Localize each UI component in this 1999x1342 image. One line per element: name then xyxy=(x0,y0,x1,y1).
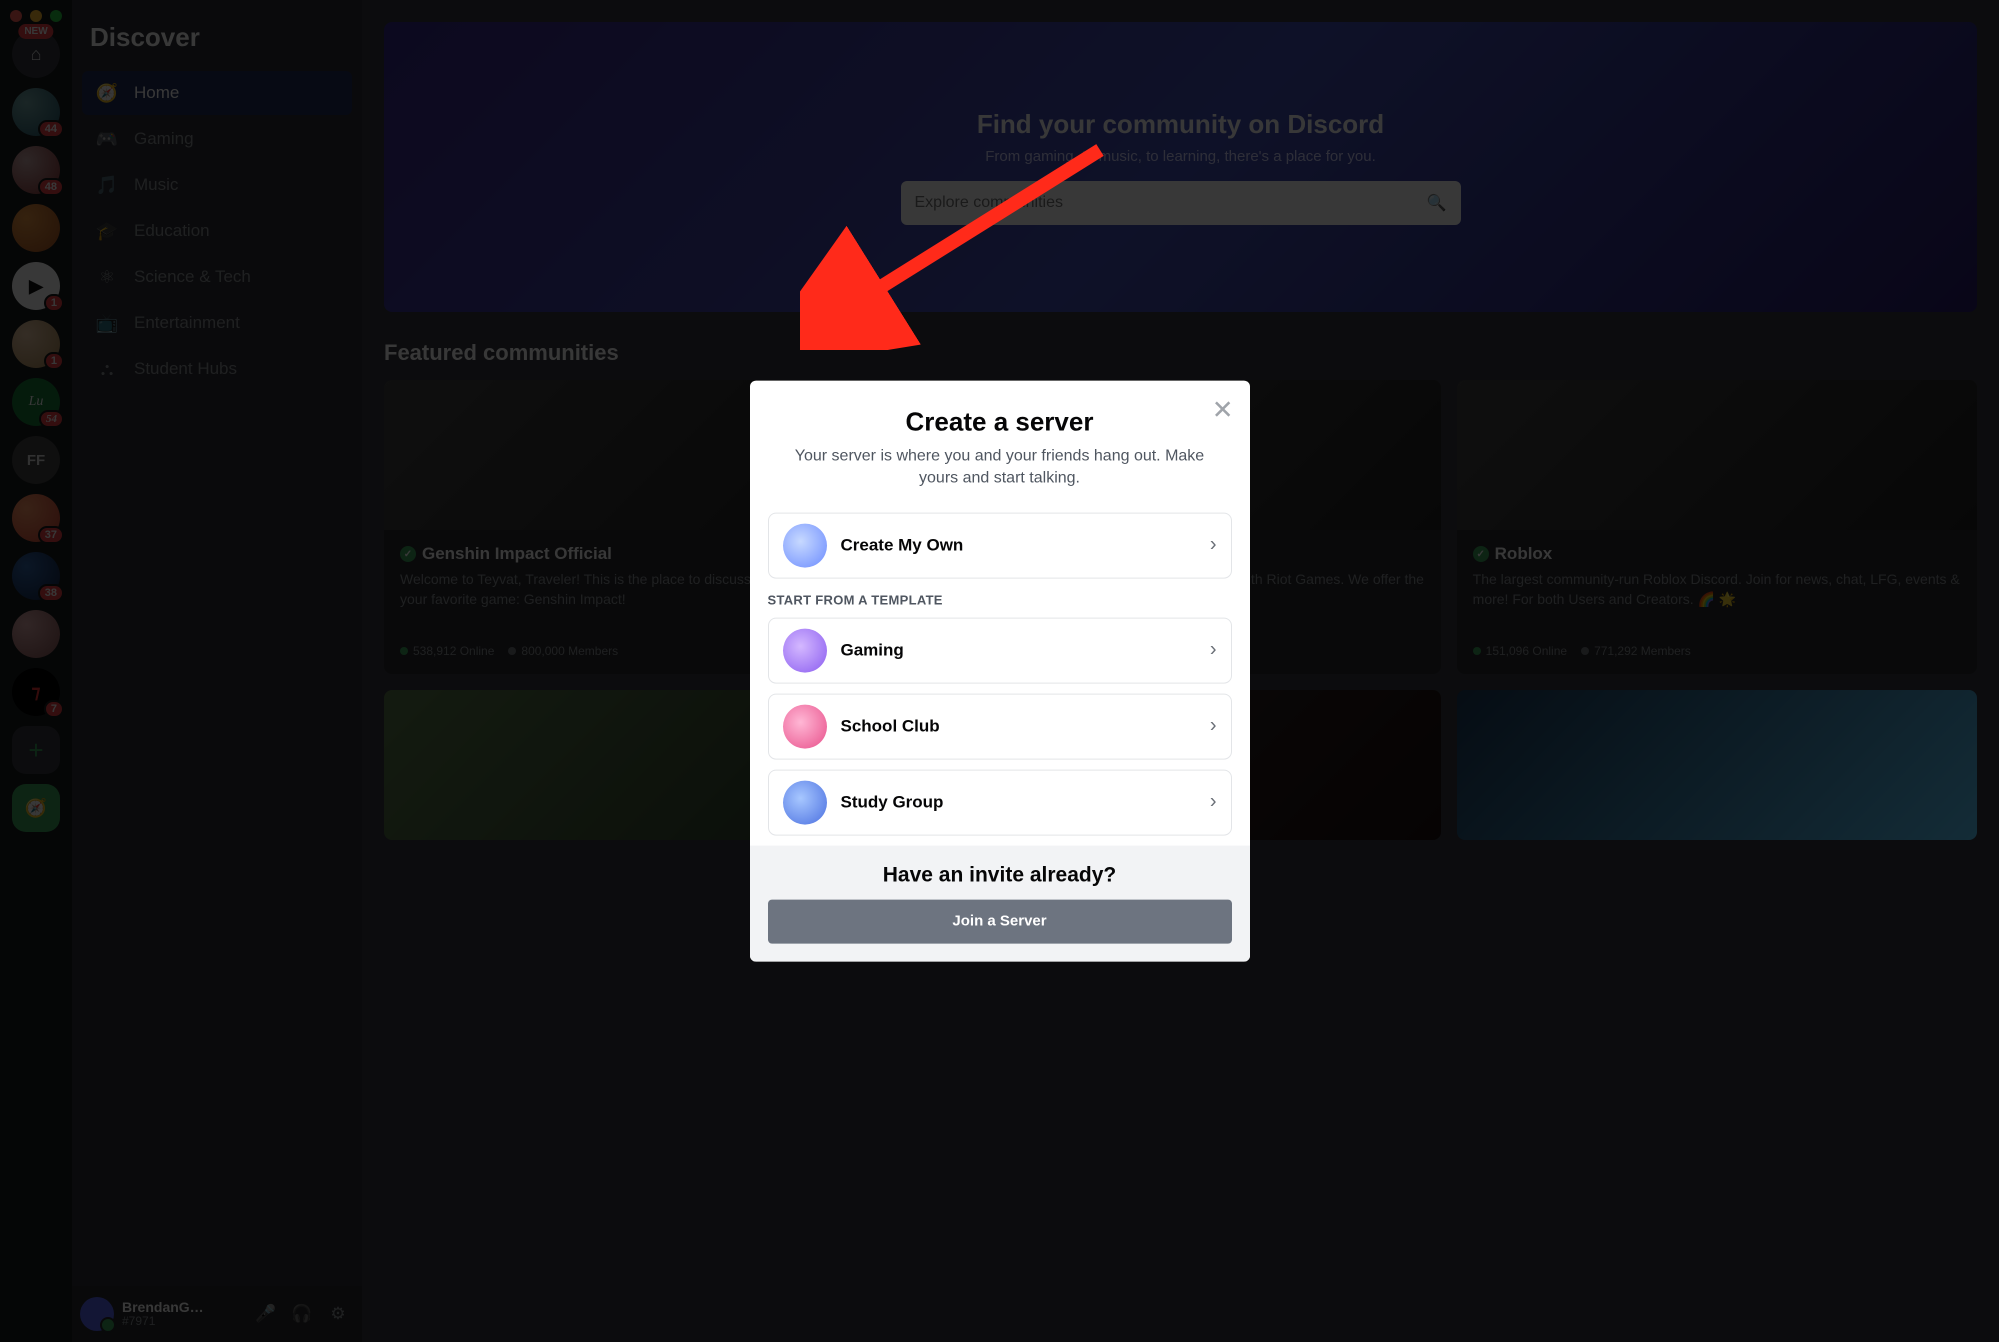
create-own-label: Create My Own xyxy=(841,535,1196,555)
create-my-own-option[interactable]: Create My Own › xyxy=(768,512,1232,578)
join-server-button[interactable]: Join a Server xyxy=(768,899,1232,943)
chevron-right-icon: › xyxy=(1210,791,1217,814)
invite-prompt: Have an invite already? xyxy=(768,863,1232,887)
modal-title: Create a server xyxy=(770,407,1230,438)
chevron-right-icon: › xyxy=(1210,534,1217,557)
template-label: Gaming xyxy=(841,640,1196,660)
template-icon xyxy=(783,628,827,672)
template-option[interactable]: School Club › xyxy=(768,693,1232,759)
template-icon xyxy=(783,780,827,824)
template-option[interactable]: Study Group › xyxy=(768,769,1232,835)
chevron-right-icon: › xyxy=(1210,639,1217,662)
modal-footer: Have an invite already? Join a Server xyxy=(750,845,1250,961)
create-server-modal: ✕ Create a server Your server is where y… xyxy=(750,381,1250,962)
modal-header: Create a server Your server is where you… xyxy=(750,381,1250,499)
create-own-icon xyxy=(783,523,827,567)
modal-subtitle: Your server is where you and your friend… xyxy=(776,446,1224,491)
template-option[interactable]: Gaming › xyxy=(768,617,1232,683)
template-section-label: START FROM A TEMPLATE xyxy=(768,592,1232,607)
template-label: School Club xyxy=(841,716,1196,736)
chevron-right-icon: › xyxy=(1210,715,1217,738)
template-label: Study Group xyxy=(841,792,1196,812)
close-icon[interactable]: ✕ xyxy=(1212,397,1234,423)
modal-body: Create My Own › START FROM A TEMPLATE Ga… xyxy=(750,498,1250,845)
template-icon xyxy=(783,704,827,748)
